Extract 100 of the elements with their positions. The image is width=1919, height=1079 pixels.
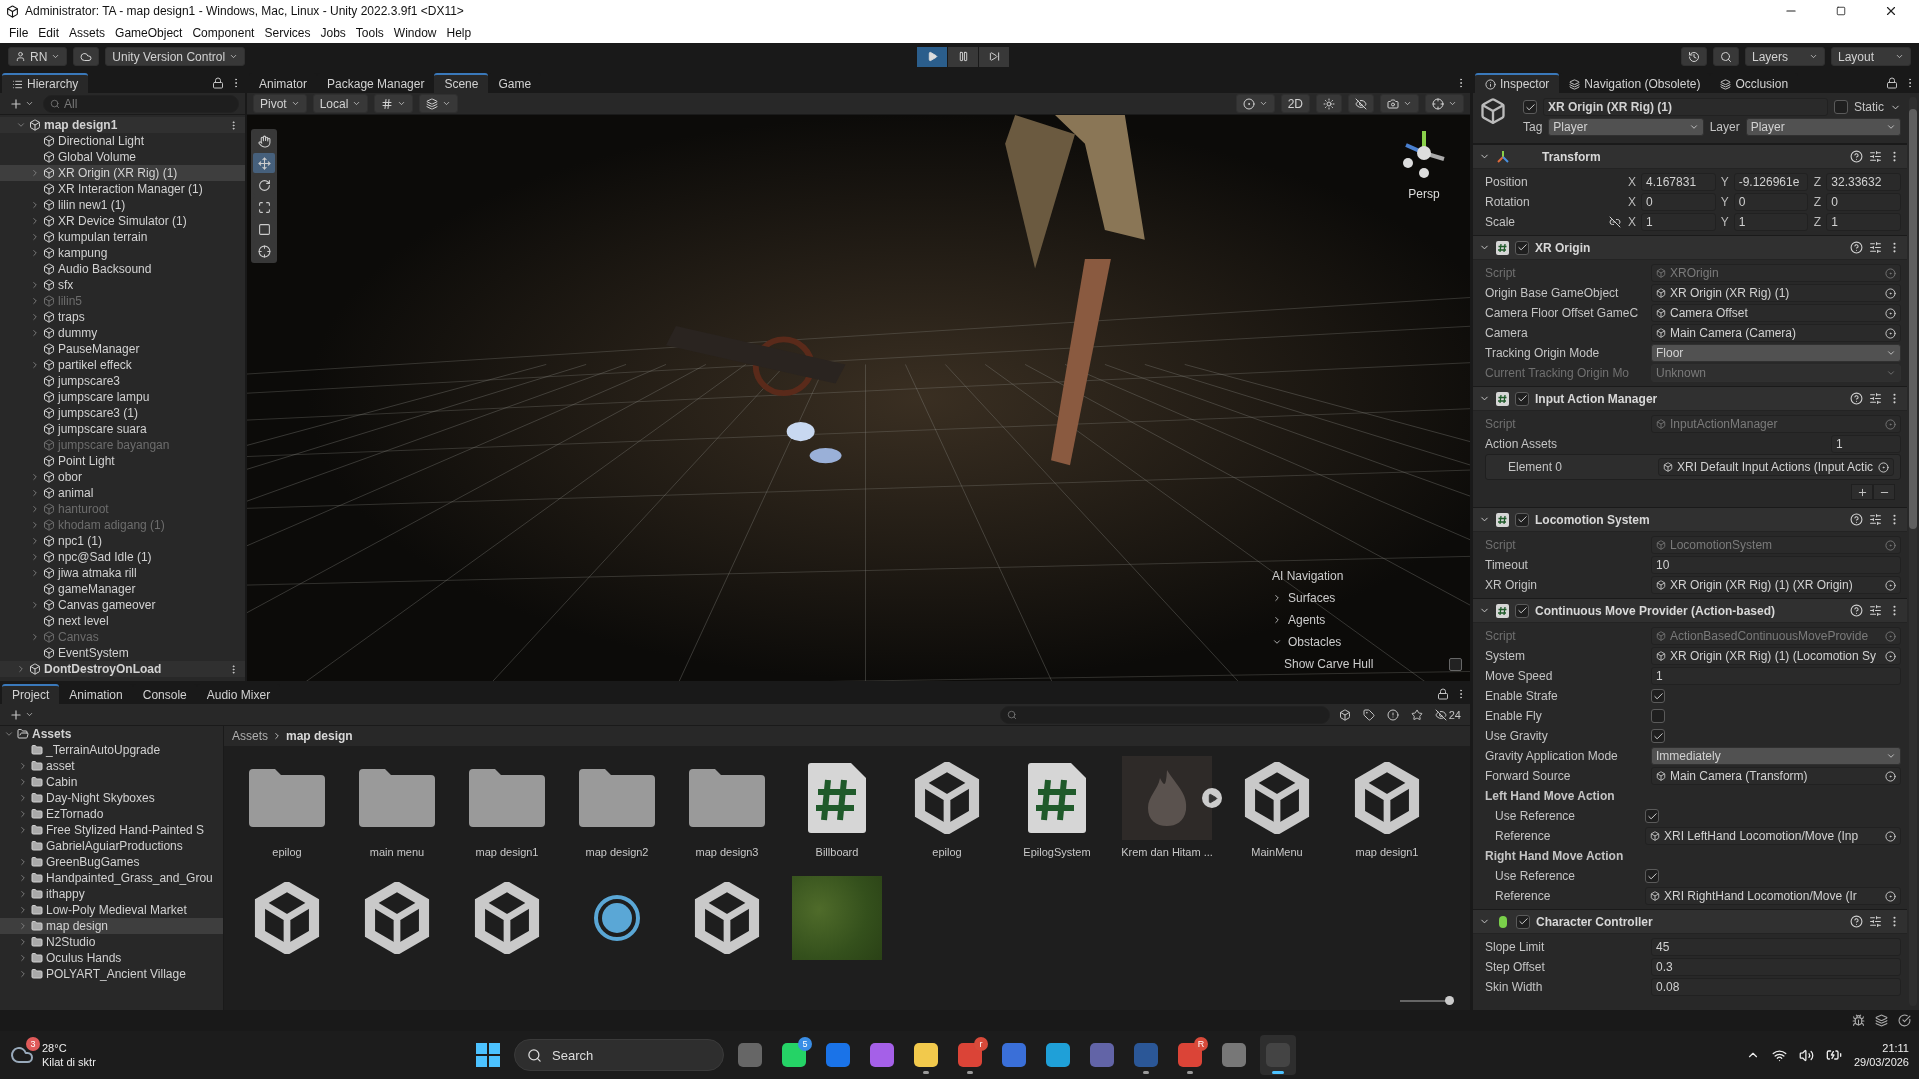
object-field[interactable]: XRI LeftHand Locomotion/Move (Inp [1645, 827, 1901, 845]
scene-row[interactable]: map design1 [0, 117, 245, 133]
menu-item[interactable]: Tools [350, 22, 389, 43]
help-icon[interactable] [1850, 392, 1863, 405]
number-field[interactable]: -9.126961e [1733, 173, 1809, 191]
pivot-dropdown[interactable]: Pivot [253, 94, 307, 113]
checkbox[interactable] [1523, 100, 1537, 114]
gizmos-button[interactable] [1425, 94, 1464, 113]
hierarchy-item[interactable]: sfx [0, 277, 245, 293]
hierarchy-item[interactable]: jumpscare suara [0, 421, 245, 437]
component-header[interactable]: Continuous Move Provider (Action-based) [1473, 598, 1907, 623]
help-icon[interactable] [1850, 241, 1863, 254]
presets-icon[interactable] [1869, 604, 1882, 617]
folder-tree-item[interactable]: Free Stylized Hand-Painted S [0, 822, 223, 838]
hierarchy-item[interactable]: gameManager [0, 581, 245, 597]
hierarchy-item[interactable]: PauseManager [0, 341, 245, 357]
object-field[interactable]: XRI Default Input Actions (Input Actic [1658, 458, 1894, 476]
file-tile[interactable]: Billboard [782, 752, 892, 872]
hierarchy-item[interactable]: dummy [0, 325, 245, 341]
wifi-icon[interactable] [1771, 1047, 1787, 1063]
file-tile[interactable]: map design1 [1332, 752, 1442, 872]
overlay-section[interactable]: Surfaces [1272, 589, 1462, 607]
slider-thumb[interactable] [1445, 996, 1454, 1005]
scene-row[interactable]: DontDestroyOnLoad [0, 661, 245, 677]
component-header[interactable]: Input Action Manager [1473, 386, 1907, 411]
folder-tree-item[interactable]: Low-Poly Medieval Market [0, 902, 223, 918]
component-header[interactable]: XR Origin [1473, 235, 1907, 260]
count-field[interactable]: 1 [1831, 435, 1901, 453]
number-field[interactable]: 45 [1651, 938, 1901, 956]
hierarchy-item[interactable]: jumpscare3 [0, 373, 245, 389]
search-field[interactable]: All [43, 94, 239, 113]
name-field[interactable]: XR Origin (XR Rig) (1) [1543, 98, 1828, 116]
volume-icon[interactable] [1798, 1047, 1814, 1063]
breadcrumb-link[interactable]: Assets [232, 729, 268, 743]
hierarchy-item[interactable]: traps [0, 309, 245, 325]
menu-item[interactable]: Services [259, 22, 316, 43]
panel-tab[interactable]: Scene [434, 73, 489, 93]
folder-tree-item[interactable]: Handpainted_Grass_and_Grou [0, 870, 223, 886]
folder-tree-item[interactable]: Oculus Hands [0, 950, 223, 966]
hierarchy-item[interactable]: npc1 (1) [0, 533, 245, 549]
scrollbar-thumb[interactable] [1909, 109, 1917, 529]
tag-dropdown[interactable]: Player [1548, 118, 1704, 136]
help-icon[interactable] [1850, 915, 1863, 928]
file-tile[interactable]: epilog [892, 752, 1002, 872]
object-field[interactable]: XR Origin (XR Rig) (1) (XR Origin) [1651, 576, 1901, 594]
menu-item[interactable]: File [4, 22, 34, 43]
number-field[interactable]: 4.167831 [1641, 173, 1716, 191]
hierarchy-item[interactable]: lilin new1 (1) [0, 197, 245, 213]
visibility-button[interactable] [1348, 94, 1374, 113]
hierarchy-item[interactable]: Point Light [0, 453, 245, 469]
space-dropdown[interactable]: Local [312, 94, 369, 113]
number-field[interactable]: 1 [1733, 213, 1809, 231]
folder-tree-item[interactable]: asset [0, 758, 223, 774]
pause-button[interactable] [948, 46, 979, 67]
folder-tree-item[interactable]: N2Studio [0, 934, 223, 950]
file-tile[interactable]: epilog [232, 752, 342, 872]
checkbox[interactable] [1651, 709, 1665, 723]
hierarchy-tab[interactable]: Hierarchy [2, 73, 89, 93]
file-tile[interactable]: map design2 [562, 752, 672, 872]
number-field[interactable]: 0 [1641, 193, 1716, 211]
file-tile[interactable]: MainMenu [1222, 752, 1332, 872]
grid-snap-button[interactable] [374, 94, 414, 113]
hierarchy-item[interactable]: jiwa atmaka rill [0, 565, 245, 581]
help-icon[interactable] [1850, 604, 1863, 617]
menu-item[interactable]: Jobs [315, 22, 351, 43]
hierarchy-item[interactable]: Global Volume [0, 149, 245, 165]
presets-icon[interactable] [1869, 392, 1882, 405]
number-field[interactable]: 0 [1826, 193, 1901, 211]
menu-item[interactable]: Window [388, 22, 442, 43]
search-field[interactable] [999, 705, 1330, 724]
folder-tree-item[interactable]: EzTornado [0, 806, 223, 822]
snap-button[interactable] [419, 94, 459, 113]
checkbox[interactable] [1516, 914, 1530, 929]
layers-icon[interactable] [1875, 1014, 1888, 1027]
overlay-section[interactable]: Agents [1272, 611, 1462, 629]
menu-item[interactable]: Edit [33, 22, 65, 43]
folder-tree-item[interactable]: map design [0, 918, 223, 934]
panel-tab[interactable]: Project [2, 684, 60, 704]
folder-tree-item[interactable]: _TerrainAutoUpgrade [0, 742, 223, 758]
checkbox[interactable] [1651, 689, 1665, 703]
menu-item[interactable]: Help [441, 22, 477, 43]
overlay-section[interactable]: Obstacles [1272, 633, 1462, 651]
object-field[interactable]: XR Origin (XR Rig) (1) [1651, 284, 1901, 302]
menu-item[interactable]: Component [187, 22, 260, 43]
presets-icon[interactable] [1869, 513, 1882, 526]
file-tile[interactable]: EpilogSystem [1002, 752, 1112, 872]
play-button[interactable] [917, 46, 948, 67]
hierarchy-item[interactable]: Canvas gameover [0, 597, 245, 613]
layout-dropdown[interactable]: Layout [1831, 47, 1911, 66]
hierarchy-item[interactable]: XR Interaction Manager (1) [0, 181, 245, 197]
checkbox[interactable] [1645, 809, 1659, 823]
number-field[interactable]: 10 [1651, 556, 1901, 574]
play-button[interactable] [1202, 788, 1222, 808]
folder-tree-item[interactable]: Day-Night Skyboxes [0, 790, 223, 806]
folder-tree-item[interactable]: GreenBugGames [0, 854, 223, 870]
help-icon[interactable] [1850, 513, 1863, 526]
hierarchy-item[interactable]: npc@Sad Idle (1) [0, 549, 245, 565]
layer-dropdown[interactable]: Player [1745, 118, 1901, 136]
menu-item[interactable]: GameObject [110, 22, 188, 43]
folder-tree-item[interactable]: Cabin [0, 774, 223, 790]
